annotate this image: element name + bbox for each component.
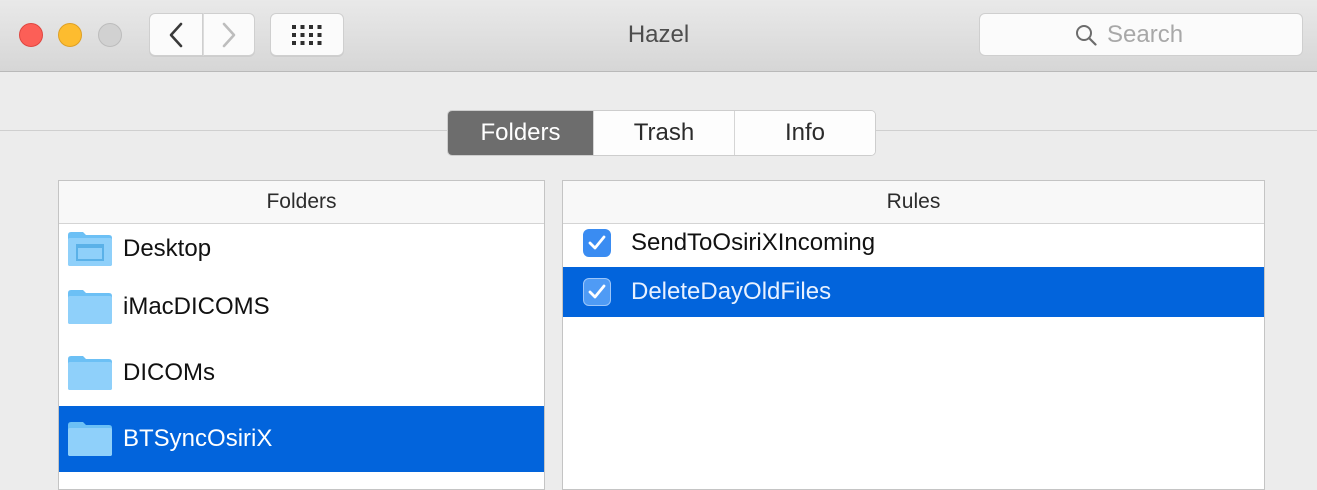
rule-label: DeleteDayOldFiles [631,278,832,305]
folders-panel: Folders Desktop iMacDICOMS DICOMs BTSync… [58,180,545,490]
folder-icon [68,356,112,390]
folder-label: Desktop [123,235,212,262]
rule-enabled-checkbox[interactable] [583,278,611,306]
folder-icon [68,290,112,324]
rule-row-sendtoosirixincoming[interactable]: SendToOsiriXIncoming [563,224,1264,262]
search-icon [1076,24,1097,46]
search-field[interactable] [979,13,1303,56]
folders-column-header[interactable]: Folders [59,181,544,224]
tab-info[interactable]: Info [734,111,875,155]
folder-row-desktop[interactable]: Desktop [59,224,544,274]
search-input[interactable] [1107,20,1207,49]
folder-row-imacdicoms[interactable]: iMacDICOMS [59,274,544,340]
rules-column-header[interactable]: Rules [563,181,1264,224]
folder-icon [68,422,112,456]
folder-label: iMacDICOMS [123,293,270,320]
tab-trash[interactable]: Trash [593,111,734,155]
folder-label: BTSyncOsiriX [123,425,273,452]
tab-bar: Folders Trash Info [447,110,876,156]
desktop-folder-icon [68,232,112,266]
rule-label: SendToOsiriXIncoming [631,229,876,256]
rule-row-deletedayoldfiles[interactable]: DeleteDayOldFiles [563,267,1264,317]
tab-folders[interactable]: Folders [448,111,593,155]
window-toolbar: Hazel [0,0,1317,72]
checkmark-icon [588,235,606,250]
rule-enabled-checkbox[interactable] [583,229,611,257]
folder-row-btsyncosirix[interactable]: BTSyncOsiriX [59,406,544,472]
checkmark-icon [588,284,606,299]
folder-row-dicoms[interactable]: DICOMs [59,340,544,406]
rules-panel: Rules SendToOsiriXIncoming DeleteDayOldF… [562,180,1265,490]
folder-label: DICOMs [123,359,215,386]
